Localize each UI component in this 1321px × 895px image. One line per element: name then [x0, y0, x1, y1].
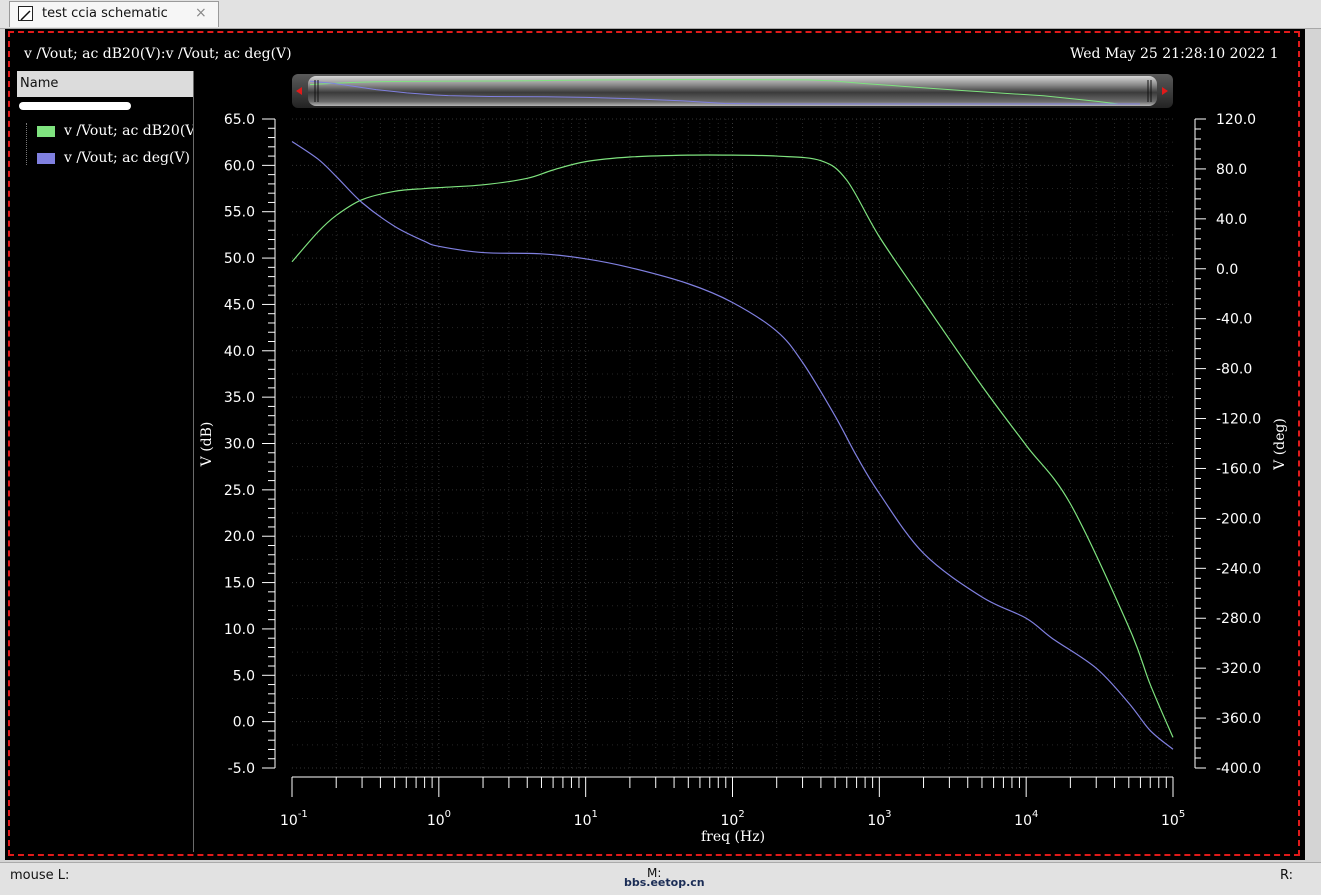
y-right-tick-label: -360.0: [1216, 711, 1261, 727]
x-tick-label: 105: [1161, 809, 1185, 829]
y-right-tick-label: -120.0: [1216, 412, 1261, 428]
chart-svg[interactable]: 65.0 60.0 55.0 50.0 45.0 40.0 35.0 30.0 25.0 20.0…: [0, 0, 1321, 894]
y-left-tick-label: -5.0: [228, 761, 255, 777]
y-left-tick-label: 20.0: [224, 529, 255, 545]
y-right-tick-label: 0.0: [1216, 262, 1238, 278]
y-left-tick-label: 40.0: [224, 344, 255, 360]
x-tick-label: 104: [1014, 809, 1038, 829]
x-tick-label: 10-1: [280, 809, 308, 829]
y-axis-right-label: V (deg): [1272, 418, 1288, 471]
y-left-tick-label: 35.0: [224, 390, 255, 406]
y-right-tick-label: 120.0: [1216, 112, 1256, 128]
y-left-tick-label: 5.0: [233, 668, 255, 684]
y-left-tick-label: 65.0: [224, 112, 255, 128]
x-tick-label: 102: [721, 809, 745, 829]
y-axis-left-label: V (dB): [199, 422, 215, 468]
grid: [292, 118, 1173, 769]
y-left-tick-label: 60.0: [224, 158, 255, 174]
x-tick-label: 101: [574, 809, 598, 829]
y-left-tick-label: 45.0: [224, 297, 255, 313]
x-tick-label: 100: [427, 809, 451, 829]
scroll-left-arrow-icon[interactable]: [296, 87, 302, 95]
watermark: bbs.eetop.cn: [624, 876, 705, 889]
y-right-tick-label: -400.0: [1216, 761, 1261, 777]
y-right-tick-label: -320.0: [1216, 661, 1261, 677]
y-right-tick-label: -240.0: [1216, 561, 1261, 577]
y-right-tick-label: -160.0: [1216, 461, 1261, 477]
y-right-tick-label: -40.0: [1216, 312, 1252, 328]
x-tick-label: 103: [867, 809, 891, 829]
y-right-tick-label: 80.0: [1216, 162, 1247, 178]
y-left-tick-label: 25.0: [224, 483, 255, 499]
scroll-right-arrow-icon[interactable]: [1162, 87, 1168, 95]
y-left-tick-label: 15.0: [224, 576, 255, 592]
y-left-tick-label: 55.0: [224, 205, 255, 221]
scroller-preview-deg: [309, 80, 1140, 105]
scroller-overlay[interactable]: [296, 79, 1168, 105]
x-axis-label: freq (Hz): [701, 829, 765, 845]
y-right-tick-label: -200.0: [1216, 511, 1261, 527]
y-left-tick-label: 30.0: [224, 437, 255, 453]
series-line-db20[interactable]: [291, 154, 1174, 738]
scroller-preview-db20: [309, 79, 1140, 105]
y-left-tick-label: 50.0: [224, 251, 255, 267]
series-line-deg[interactable]: [291, 140, 1174, 750]
y-left-tick-label: 0.0: [233, 715, 255, 731]
y-right-tick-label: -80.0: [1216, 362, 1252, 378]
y-right-tick-label: 40.0: [1216, 212, 1247, 228]
status-mouse-left: mouse L:: [10, 868, 70, 883]
status-mouse-right: R:: [1280, 868, 1294, 883]
y-right-tick-label: -280.0: [1216, 611, 1261, 627]
y-left-tick-label: 10.0: [224, 622, 255, 638]
series: [291, 140, 1174, 750]
